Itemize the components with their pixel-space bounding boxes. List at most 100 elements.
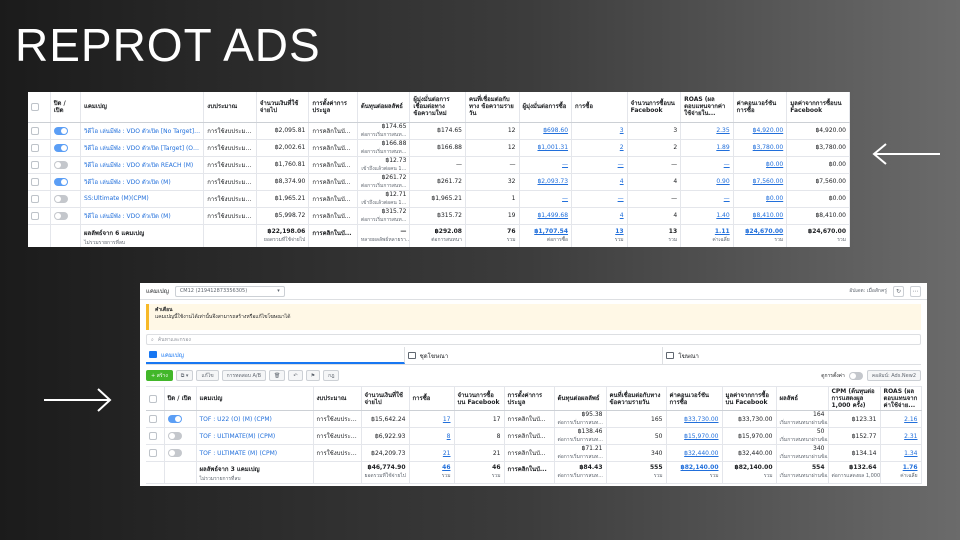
edit-button[interactable]: แก้ไข xyxy=(196,370,219,381)
duplicate-button[interactable]: ⧉ ▾ xyxy=(175,370,194,381)
purchases-cell[interactable]: — xyxy=(571,156,628,174)
cost-per-purchase-cell[interactable]: ฿698.60 xyxy=(519,122,573,140)
col-bid[interactable]: การตั้งค่าการประมูล xyxy=(504,386,555,411)
more-icon[interactable]: ⋯ xyxy=(910,285,921,297)
conversion-value-cell[interactable]: ฿0.00 xyxy=(733,156,788,174)
col-fb-value[interactable]: มูลค่าจากการซื้อบน Facebook xyxy=(786,92,850,123)
status-toggle[interactable] xyxy=(50,122,82,140)
table-row[interactable]: TOF : ULTIMATE (M) (CPM) การใช้งบประมะ...… xyxy=(146,444,922,462)
view-setup-toggle[interactable] xyxy=(848,371,863,380)
row-checkbox[interactable] xyxy=(146,427,165,445)
toggle-switch[interactable] xyxy=(53,194,68,203)
conversion-value-cell[interactable]: ฿15,970.00 xyxy=(666,427,723,445)
col-campaign[interactable]: แคมเปญ xyxy=(80,92,205,123)
campaign-name-link[interactable]: SS:Ultimate (M)(CPM) xyxy=(80,190,205,208)
roas-cell[interactable]: — xyxy=(680,156,734,174)
toggle-switch[interactable] xyxy=(53,126,68,135)
status-toggle[interactable] xyxy=(50,173,82,191)
col-new-messaging[interactable]: ผู้มุ่งมั่นต่อการเชื่อมต่อทาง ข้อความใหม… xyxy=(409,92,466,123)
roas-cell[interactable]: 2.35 xyxy=(680,122,734,140)
toggle-switch[interactable] xyxy=(53,143,68,152)
col-conversion-value[interactable]: ค่าคอนเวอร์ชันการซื้อ xyxy=(666,386,723,411)
toggle-switch[interactable] xyxy=(167,415,182,423)
purchases-cell[interactable]: 2 xyxy=(571,139,628,157)
select-all-checkbox[interactable] xyxy=(28,92,51,123)
campaign-name-link[interactable]: TOF : ULTIMATE (M) (CPM) xyxy=(196,444,314,462)
columns-button[interactable]: คอลัมน์: Ads.New2 xyxy=(866,370,921,381)
create-button[interactable]: + สร้าง xyxy=(146,370,173,381)
total-roas[interactable]: 1.76 xyxy=(903,464,918,471)
conversion-value-cell[interactable]: ฿33,730.00 xyxy=(666,410,723,428)
conversion-value-cell[interactable]: ฿0.00 xyxy=(733,190,788,208)
total-cost-purchase[interactable]: ฿1,707.54 xyxy=(534,228,568,235)
col-spent[interactable]: จำนวนเงินที่ใช้จ่ายไป xyxy=(361,386,410,411)
total-conv-value[interactable]: ฿24,670.00 xyxy=(745,228,783,235)
conversion-value-cell[interactable]: ฿8,410.00 xyxy=(733,207,788,225)
col-spent[interactable]: จำนวนเงินที่ใช้จ่ายไป xyxy=(256,92,310,123)
tab-ad-sets[interactable]: ชุดโฆษณา xyxy=(405,347,664,364)
select-all-checkbox[interactable] xyxy=(146,386,165,411)
cost-per-purchase-cell[interactable]: — xyxy=(519,156,573,174)
campaign-name-link[interactable]: วิดีโอ เล่นมีพัง : VDO ตัวเปิด (M) xyxy=(80,173,205,191)
row-checkbox[interactable] xyxy=(28,173,51,191)
account-select[interactable]: CM12 (219412873356305) ▾ xyxy=(174,285,285,297)
search-input[interactable]: ⌕ ค้นหาและกรอง xyxy=(146,334,921,345)
cost-per-purchase-cell[interactable]: ฿1,001.31 xyxy=(519,139,573,157)
toggle-switch[interactable] xyxy=(167,432,182,440)
col-campaign[interactable]: แคมเปญ xyxy=(196,386,314,411)
status-toggle[interactable] xyxy=(50,139,82,157)
row-checkbox[interactable] xyxy=(28,139,51,157)
col-purchases[interactable]: การซื้อ xyxy=(571,92,628,123)
delete-icon[interactable]: 🗑 xyxy=(269,370,286,381)
col-budget[interactable]: งบประมาณ xyxy=(203,92,257,123)
col-daily-connections[interactable]: คนที่เชื่อมต่อกับทาง ข้อความรายวัน xyxy=(606,386,667,411)
col-toggle[interactable]: ปิด / เปิด xyxy=(50,92,82,123)
row-checkbox[interactable] xyxy=(146,444,165,462)
col-cost-per-purchase[interactable]: ผู้มุ่งมั่นต่อการซื้อ xyxy=(519,92,573,123)
row-checkbox[interactable] xyxy=(28,190,51,208)
tab-campaigns[interactable]: แคมเปญ xyxy=(146,347,405,364)
col-bid[interactable]: การตั้งค่าการประมูล xyxy=(308,92,358,123)
table-row[interactable]: วิดีโอ เล่นมีพัง : VDO ตัวเปิด [Target] … xyxy=(28,139,850,157)
purchases-cell[interactable]: 3 xyxy=(571,122,628,140)
roas-cell[interactable]: 1.34 xyxy=(880,444,922,462)
row-checkbox[interactable] xyxy=(28,207,51,225)
campaign-name-link[interactable]: TOF : ULTIMATE(M) (CPM) xyxy=(196,427,314,445)
row-checkbox[interactable] xyxy=(146,410,165,428)
undo-icon[interactable]: ↶ xyxy=(288,370,303,381)
purchases-cell[interactable]: 8 xyxy=(409,427,455,445)
toggle-switch[interactable] xyxy=(53,160,68,169)
roas-cell[interactable]: 1.89 xyxy=(680,139,734,157)
status-toggle[interactable] xyxy=(164,427,197,445)
total-conv-value[interactable]: ฿82,140.00 xyxy=(681,464,719,471)
toggle-switch[interactable] xyxy=(53,211,68,220)
purchases-cell[interactable]: 17 xyxy=(409,410,455,428)
table-row[interactable]: SS:Ultimate (M)(CPM) การใช้งบประมะ... ฿1,9… xyxy=(28,190,850,208)
toggle-switch[interactable] xyxy=(53,177,68,186)
cost-per-purchase-cell[interactable]: — xyxy=(519,190,573,208)
col-fb-purchases[interactable]: จำนวนการซื้อบน Facebook xyxy=(454,386,505,411)
total-purchases[interactable]: 13 xyxy=(615,228,623,235)
roas-cell[interactable]: 0.90 xyxy=(680,173,734,191)
status-toggle[interactable] xyxy=(164,444,197,462)
conversion-value-cell[interactable]: ฿32,440.00 xyxy=(666,444,723,462)
col-roas[interactable]: ROAS (ผลตอบแทนจากค่าใช้จ่ายใน... xyxy=(680,92,734,123)
col-fb-value[interactable]: มูลค่าจากการซื้อบน Facebook xyxy=(722,386,777,411)
tab-ads[interactable]: โฆษณา xyxy=(663,347,921,364)
col-fb-purchases[interactable]: จำนวนการซื้อบน Facebook xyxy=(627,92,682,123)
col-daily-connections[interactable]: คนที่เชื่อมต่อกับทาง ข้อความรายวัน xyxy=(465,92,520,123)
table-row[interactable]: TOF : U22 (O) (M) (CPM) การใช้งบประมะ... ฿… xyxy=(146,410,922,428)
col-toggle[interactable]: ปิด / เปิด xyxy=(164,386,197,411)
purchases-cell[interactable]: 4 xyxy=(571,207,628,225)
table-row[interactable]: วิดีโอ เล่นมีพัง : VDO ตัวเปิด (M) การใช้… xyxy=(28,173,850,191)
row-checkbox[interactable] xyxy=(28,156,51,174)
roas-cell[interactable]: 1.40 xyxy=(680,207,734,225)
toggle-switch[interactable] xyxy=(167,449,182,457)
conversion-value-cell[interactable]: ฿4,920.00 xyxy=(733,122,788,140)
cost-per-purchase-cell[interactable]: ฿2,093.73 xyxy=(519,173,573,191)
table-row[interactable]: วิดีโอ เล่นมีพัง : VDO ตัวเปิด REACH (M)… xyxy=(28,156,850,174)
roas-cell[interactable]: 2.16 xyxy=(880,410,922,428)
col-cost-per-result[interactable]: ต้นทุนต่อผลลัพธ์ xyxy=(357,92,411,123)
ab-test-button[interactable]: การทดสอบ A/B xyxy=(221,370,267,381)
purchases-cell[interactable]: 21 xyxy=(409,444,455,462)
